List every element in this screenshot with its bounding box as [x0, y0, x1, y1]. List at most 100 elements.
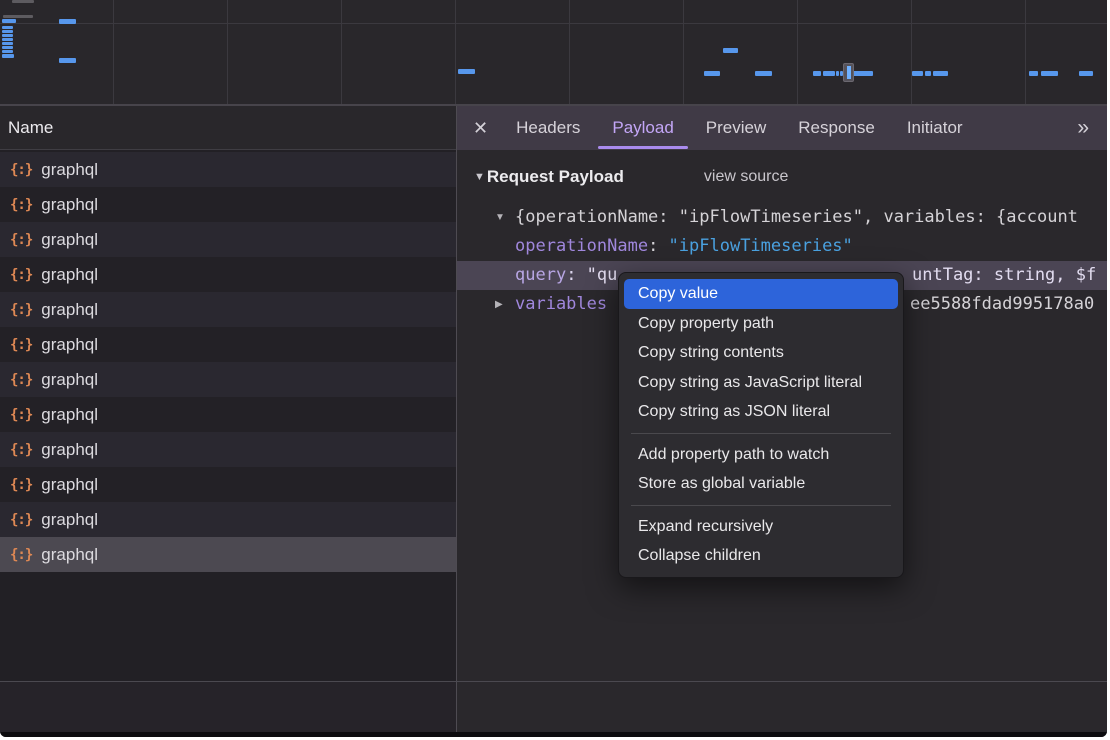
- waterfall-bar: [2, 19, 16, 23]
- request-row[interactable]: {:}graphql: [0, 397, 456, 432]
- tab-headers[interactable]: Headers: [500, 106, 596, 150]
- expanded-triangle-icon[interactable]: ▼: [495, 203, 505, 232]
- braces-icon: {:}: [10, 162, 32, 178]
- waterfall-bar: [823, 71, 835, 76]
- waterfall-bar: [933, 71, 948, 76]
- payload-root-line[interactable]: ▼ {operationName: "ipFlowTimeseries", va…: [457, 203, 1107, 232]
- waterfall-bar: [59, 19, 76, 24]
- waterfall-bar: [1029, 71, 1038, 76]
- waterfall-bar: [925, 71, 931, 76]
- tab-payload[interactable]: Payload: [596, 106, 689, 150]
- timeline-gridline: [911, 0, 912, 104]
- waterfall-bar: [59, 58, 76, 63]
- request-payload-section-header[interactable]: ▼ Request Payload view source: [457, 164, 1107, 190]
- menu-item-copy-string-as-javascript-literal[interactable]: Copy string as JavaScript literal: [619, 368, 903, 398]
- tab-preview[interactable]: Preview: [690, 106, 782, 150]
- waterfall-bar: [912, 71, 923, 76]
- property-value-start: "qu: [587, 265, 618, 285]
- request-name: graphql: [41, 475, 98, 495]
- request-row[interactable]: {:} graphql: [0, 432, 456, 467]
- marker-bar: [847, 66, 851, 79]
- request-row[interactable]: {:} graphql: [0, 362, 456, 397]
- timeline-gridline: [227, 0, 228, 104]
- request-row[interactable]: {:} graphql: [0, 257, 456, 292]
- request-name: graphql: [41, 300, 98, 320]
- property-key: variables: [515, 294, 607, 314]
- request-row[interactable]: {:}graphql: [0, 187, 456, 222]
- right-footer-area: [457, 682, 1107, 732]
- request-row[interactable]: {:} graphql: [0, 327, 456, 362]
- timeline-hover-marker: [843, 63, 854, 82]
- menu-item-store-as-global-variable[interactable]: Store as global variable: [619, 469, 903, 499]
- payload-root-preview: {operationName: "ipFlowTimeseries", vari…: [515, 203, 1078, 232]
- operation-name-line[interactable]: operationName: "ipFlowTimeseries": [457, 232, 1107, 261]
- collapse-triangle-icon[interactable]: ▼: [474, 171, 485, 183]
- request-row[interactable]: {:} graphql: [0, 537, 456, 572]
- waterfall-bar: [704, 71, 720, 76]
- timeline-gridline: [455, 0, 456, 104]
- request-row[interactable]: {:}graphql: [0, 222, 456, 257]
- tab-response[interactable]: Response: [782, 106, 891, 150]
- waterfall-bar: [1079, 71, 1093, 76]
- braces-icon: {:}: [10, 547, 32, 563]
- braces-icon: {:}: [10, 232, 32, 248]
- waterfall-bar: [2, 46, 13, 49]
- view-source-link[interactable]: view source: [704, 168, 788, 186]
- waterfall-bar: [755, 71, 772, 76]
- tab-initiator[interactable]: Initiator: [891, 106, 979, 150]
- timeline-gridline: [341, 0, 342, 104]
- menu-item-copy-property-path[interactable]: Copy property path: [619, 309, 903, 339]
- request-name: graphql: [41, 545, 98, 565]
- waterfall-bar: [853, 71, 873, 76]
- request-row[interactable]: {:} graphql: [0, 467, 456, 502]
- timeline-gridline: [683, 0, 684, 104]
- menu-item-add-property-path-to-watch[interactable]: Add property path to watch: [619, 440, 903, 470]
- request-name: graphql: [41, 195, 98, 215]
- timeline-gridline: [0, 23, 1107, 24]
- braces-icon: {:}: [10, 372, 32, 388]
- menu-item-copy-value[interactable]: Copy value: [624, 279, 898, 309]
- close-icon[interactable]: ✕: [473, 118, 488, 139]
- menu-item-copy-string-contents[interactable]: Copy string contents: [619, 338, 903, 368]
- braces-icon: {:}: [10, 337, 32, 353]
- braces-icon: {:}: [10, 407, 32, 423]
- more-tabs-icon[interactable]: »: [1077, 116, 1087, 140]
- waterfall-bar: [12, 0, 34, 3]
- request-name: graphql: [41, 510, 98, 530]
- waterfall-bar: [2, 38, 13, 41]
- variables-preview-continued: ee5588fdad995178a0: [910, 290, 1094, 319]
- network-overview-timeline[interactable]: [0, 0, 1107, 106]
- menu-item-collapse-children[interactable]: Collapse children: [619, 541, 903, 571]
- braces-icon: {:}: [10, 267, 32, 283]
- waterfall-bar: [458, 69, 475, 74]
- menu-item-copy-string-as-json-literal[interactable]: Copy string as JSON literal: [619, 397, 903, 427]
- menu-separator: [631, 505, 891, 506]
- requests-list: {:} graphql {:} graphql {:} graphql {:} graphql…: [0, 150, 456, 681]
- braces-icon: {:}: [10, 512, 32, 528]
- braces-icon: {:}: [10, 442, 32, 458]
- waterfall-bar: [723, 48, 738, 53]
- property-value: "ipFlowTimeseries": [669, 236, 853, 256]
- key-separator: :: [566, 265, 586, 285]
- name-column-header[interactable]: Name: [0, 106, 456, 150]
- waterfall-bar: [2, 34, 13, 37]
- waterfall-bar: [1041, 71, 1058, 76]
- request-name: graphql: [41, 440, 98, 460]
- context-menu: Copy valueCopy property pathCopy string …: [618, 272, 904, 578]
- waterfall-bar: [3, 15, 33, 18]
- menu-item-expand-recursively[interactable]: Expand recursively: [619, 512, 903, 542]
- request-name: graphql: [41, 265, 98, 285]
- request-row[interactable]: {:}graphql: [0, 152, 456, 187]
- collapsed-triangle-icon[interactable]: ▶: [495, 290, 503, 319]
- key-separator: :: [648, 236, 668, 256]
- property-value-continued: untTag: string, $f: [912, 261, 1096, 290]
- request-row[interactable]: {:} graphql: [0, 502, 456, 537]
- name-column-label: Name: [8, 118, 53, 138]
- request-name: graphql: [41, 335, 98, 355]
- braces-icon: {:}: [10, 477, 32, 493]
- request-name: graphql: [41, 370, 98, 390]
- window-bottom-edge: [0, 732, 1107, 737]
- request-row[interactable]: {:}graphql: [0, 292, 456, 327]
- waterfall-bar: [813, 71, 821, 76]
- waterfall-bar: [2, 54, 14, 58]
